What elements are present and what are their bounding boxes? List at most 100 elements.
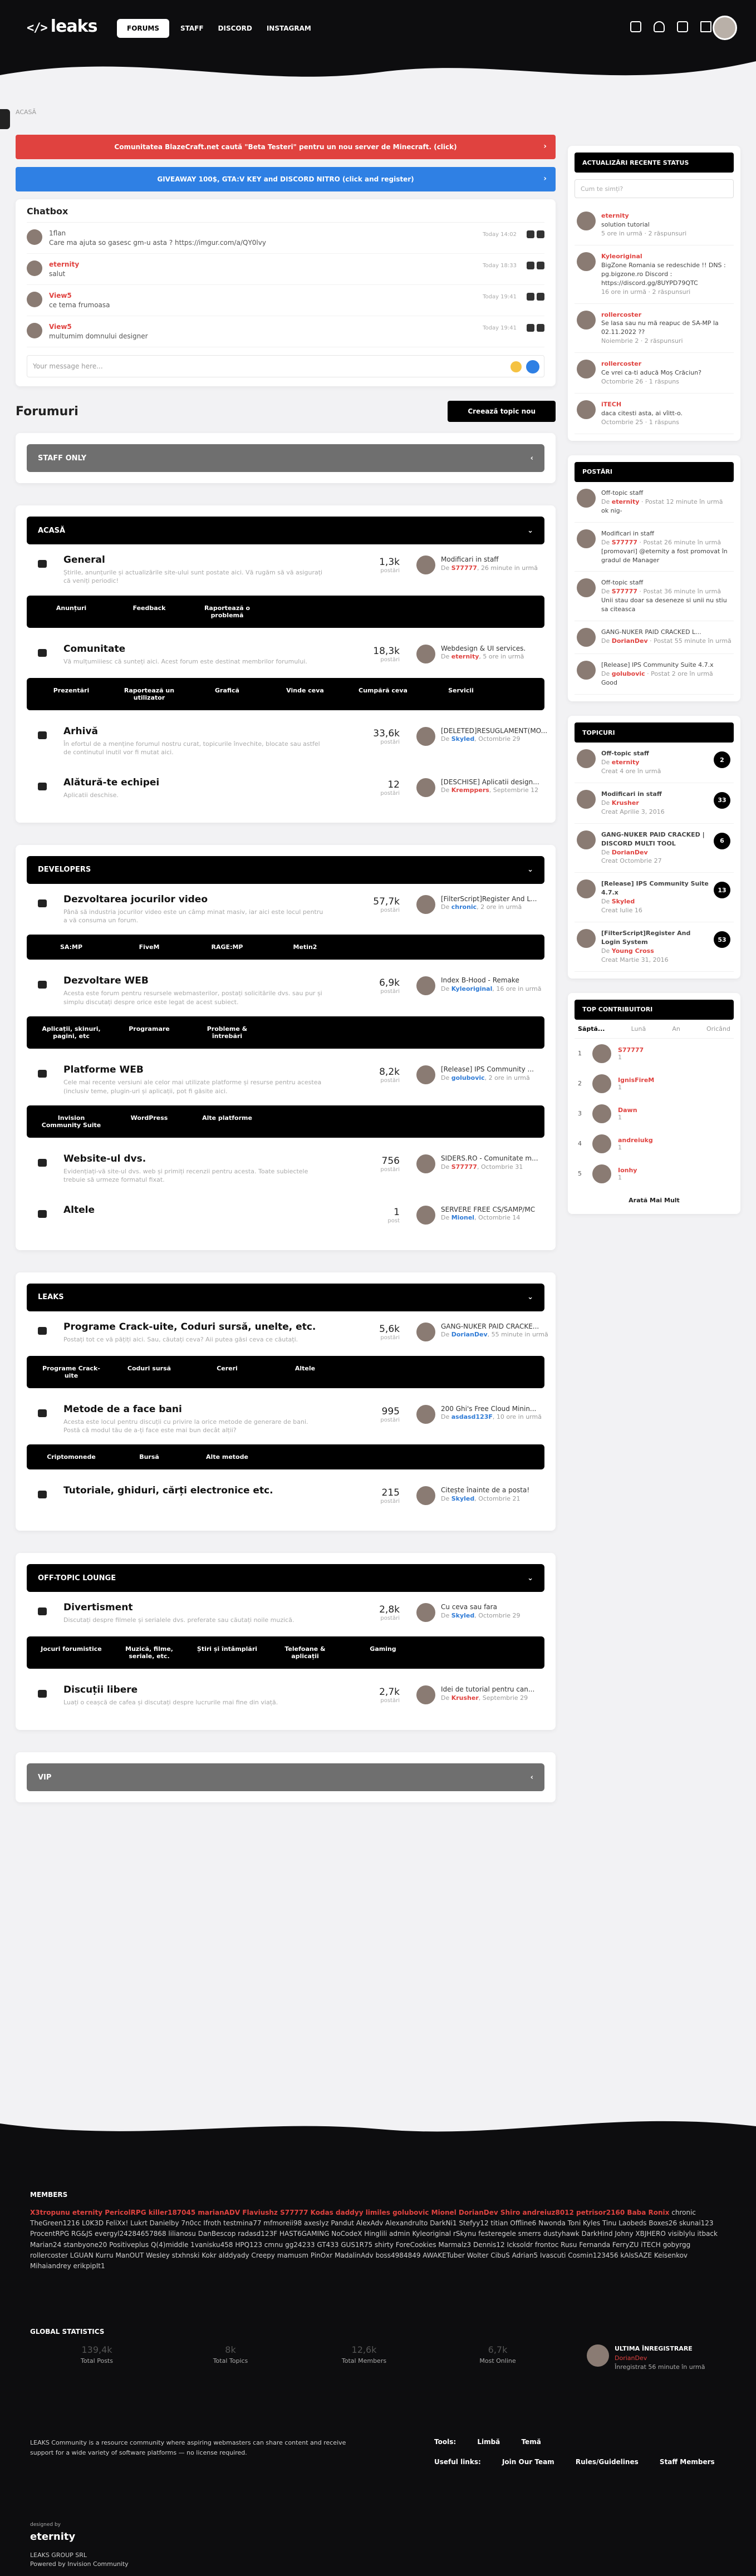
avatar[interactable] — [577, 252, 596, 271]
topic-author[interactable]: Young Cross — [612, 947, 654, 955]
post-title[interactable]: GANG-NUKER PAID CRACKED L... — [601, 628, 732, 637]
topic-title[interactable]: Off-topic staff — [601, 749, 661, 758]
forum-name[interactable]: Alătură-te echipei — [63, 777, 325, 788]
subforum-link[interactable]: Anunțuri — [32, 599, 110, 625]
last-post-title[interactable]: 200 Ghi's Free Cloud Minin... — [441, 1405, 542, 1414]
avatar[interactable] — [577, 578, 596, 598]
avatar[interactable] — [577, 488, 596, 508]
status-meta[interactable]: 16 ore in urmă · 2 răspunsuri — [601, 288, 732, 297]
tab-year[interactable]: An — [672, 1025, 680, 1033]
last-post-author[interactable]: S77777 — [451, 564, 477, 572]
subforum-link[interactable]: Bursă — [110, 1448, 188, 1466]
members-rest[interactable]: chronic TheGreen1216 L0K3D FeliXx! Lukrt… — [30, 2209, 718, 2270]
contributor-name[interactable]: IgnisFireM — [618, 1076, 654, 1084]
forum-row[interactable]: Arhivă În efortul de a menține forumul n… — [27, 716, 547, 767]
last-post-title[interactable]: Citește înainte de a posta! — [441, 1486, 529, 1495]
avatar[interactable] — [577, 360, 596, 379]
subforum-link[interactable]: Altele — [266, 1359, 344, 1385]
status-user[interactable]: iTECH — [601, 400, 683, 409]
last-post-author[interactable]: Skyled — [451, 1495, 475, 1502]
subforum-link[interactable]: Prezentări — [32, 681, 110, 707]
delete-icon[interactable] — [537, 230, 544, 238]
avatar[interactable] — [577, 789, 596, 809]
status-meta[interactable]: Octombrie 26 · 1 răspuns — [601, 377, 701, 386]
subforum-link[interactable]: Aplicații, skinuri, pagini, etc — [32, 1020, 110, 1045]
category-header[interactable]: ACASĂ ⌄ — [27, 517, 544, 544]
avatar[interactable] — [416, 1685, 435, 1705]
status-user[interactable]: rollercoster — [601, 311, 732, 319]
avatar[interactable] — [416, 555, 435, 574]
designer-logo[interactable]: eternity — [30, 2529, 129, 2544]
avatar[interactable] — [577, 749, 596, 768]
topic-author[interactable]: eternity — [612, 759, 640, 766]
edit-icon[interactable] — [527, 262, 534, 269]
last-post-author[interactable]: golubovic — [451, 1074, 485, 1081]
last-post-author[interactable]: Mionel — [451, 1214, 474, 1221]
last-post-title[interactable]: SERVERE FREE CS/SAMP/MC — [441, 1206, 535, 1215]
topic-author[interactable]: Skyled — [612, 898, 635, 905]
post-author[interactable]: eternity — [612, 498, 640, 505]
topic-author[interactable]: DorianDev — [612, 849, 648, 856]
post-author[interactable]: DorianDev — [612, 637, 648, 645]
subforum-link[interactable]: Programe Crack-uite — [32, 1359, 110, 1385]
avatar[interactable] — [27, 229, 42, 245]
forum-row[interactable]: Comunitate Vă mulțumiiiesc că sunteți ai… — [27, 633, 544, 678]
subforum-link[interactable]: Raportează o problemă — [188, 599, 266, 625]
post-title[interactable]: Off-topic staff — [601, 578, 732, 587]
avatar[interactable] — [416, 778, 435, 797]
category-header[interactable]: STAFF ONLY ‹ — [27, 444, 544, 472]
tab-all-time[interactable]: Oricând — [706, 1025, 730, 1033]
contributor-name[interactable]: andreiukg — [618, 1137, 653, 1144]
avatar[interactable] — [416, 726, 435, 746]
topic-title[interactable]: [Release] IPS Community Suite 4.7.x — [601, 879, 711, 897]
emoji-icon[interactable] — [510, 361, 522, 372]
subforum-link[interactable]: Alte metode — [188, 1448, 266, 1466]
subforum-link[interactable]: Raportează un utilizator — [110, 681, 188, 707]
avatar[interactable] — [416, 1603, 435, 1623]
members-highlight[interactable]: X3tropunu eternity PericolRPG killer1870… — [30, 2209, 669, 2216]
language-selector[interactable]: Limbă — [477, 2438, 500, 2446]
avatar[interactable] — [577, 929, 596, 948]
subforum-link[interactable]: Coduri sursă — [110, 1359, 188, 1385]
forum-name[interactable]: Divertisment — [63, 1602, 325, 1613]
tab-month[interactable]: Lună — [631, 1025, 646, 1033]
subforum-link[interactable]: Metin2 — [266, 938, 344, 956]
topic-author[interactable]: Krusher — [612, 799, 639, 807]
last-post-title[interactable]: [DELETED]RESUGLAMENT(MO... — [441, 727, 547, 736]
subforum-link[interactable]: FiveM — [110, 938, 188, 956]
chat-user[interactable]: View5 — [49, 323, 148, 331]
contributor-name[interactable]: Dawn — [618, 1107, 637, 1114]
subforum-link[interactable]: Gaming — [344, 1640, 422, 1665]
post-title[interactable]: [Release] IPS Community Suite 4.7.x — [601, 661, 714, 670]
category-header[interactable]: OFF-TOPIC LOUNGE ⌄ — [27, 1564, 544, 1592]
delete-icon[interactable] — [537, 262, 544, 269]
avatar[interactable] — [587, 2344, 609, 2367]
last-post-author[interactable]: Krusher — [451, 1694, 479, 1702]
avatar[interactable] — [592, 1104, 611, 1123]
last-post-author[interactable]: S77777 — [451, 1163, 477, 1171]
status-user[interactable]: Kyleoriginal — [601, 252, 732, 261]
last-post-author[interactable]: eternity — [451, 653, 479, 660]
link-join-team[interactable]: Join Our Team — [502, 2458, 554, 2466]
topic-title[interactable]: [FilterScript]Register And Login System — [601, 929, 711, 947]
delete-icon[interactable] — [537, 293, 544, 301]
avatar[interactable] — [27, 292, 42, 307]
subforum-link[interactable]: Cumpără ceva — [344, 681, 422, 707]
status-user[interactable]: rollercoster — [601, 360, 701, 368]
nav-instagram[interactable]: INSTAGRAM — [263, 19, 315, 38]
chat-user[interactable]: View5 — [49, 292, 110, 299]
avatar[interactable] — [416, 1205, 435, 1225]
create-topic-button[interactable]: Creează topic nou — [448, 401, 556, 422]
forum-row[interactable]: Dezvoltare WEB Acesta este forum pentru … — [27, 965, 544, 1016]
banner-beta-testers[interactable]: Comunitatea BlazeCraft.net caută "Beta T… — [16, 135, 556, 159]
nav-forums[interactable]: FORUMS — [117, 19, 169, 38]
user-avatar[interactable] — [713, 16, 737, 40]
create-icon[interactable] — [630, 21, 641, 32]
subforum-link[interactable]: Probleme & întrebări — [188, 1020, 266, 1045]
topic-title[interactable]: Modificari in staff — [601, 790, 665, 799]
subforum-link[interactable]: Alte platforme — [188, 1109, 266, 1134]
forum-row[interactable]: Metode de a face bani Acesta este locul … — [27, 1394, 544, 1445]
forum-name[interactable]: Arhivă — [63, 726, 325, 737]
last-post-author[interactable]: Skyled — [451, 735, 475, 743]
forum-row[interactable]: Divertisment Discutați despre filmele și… — [27, 1592, 544, 1636]
